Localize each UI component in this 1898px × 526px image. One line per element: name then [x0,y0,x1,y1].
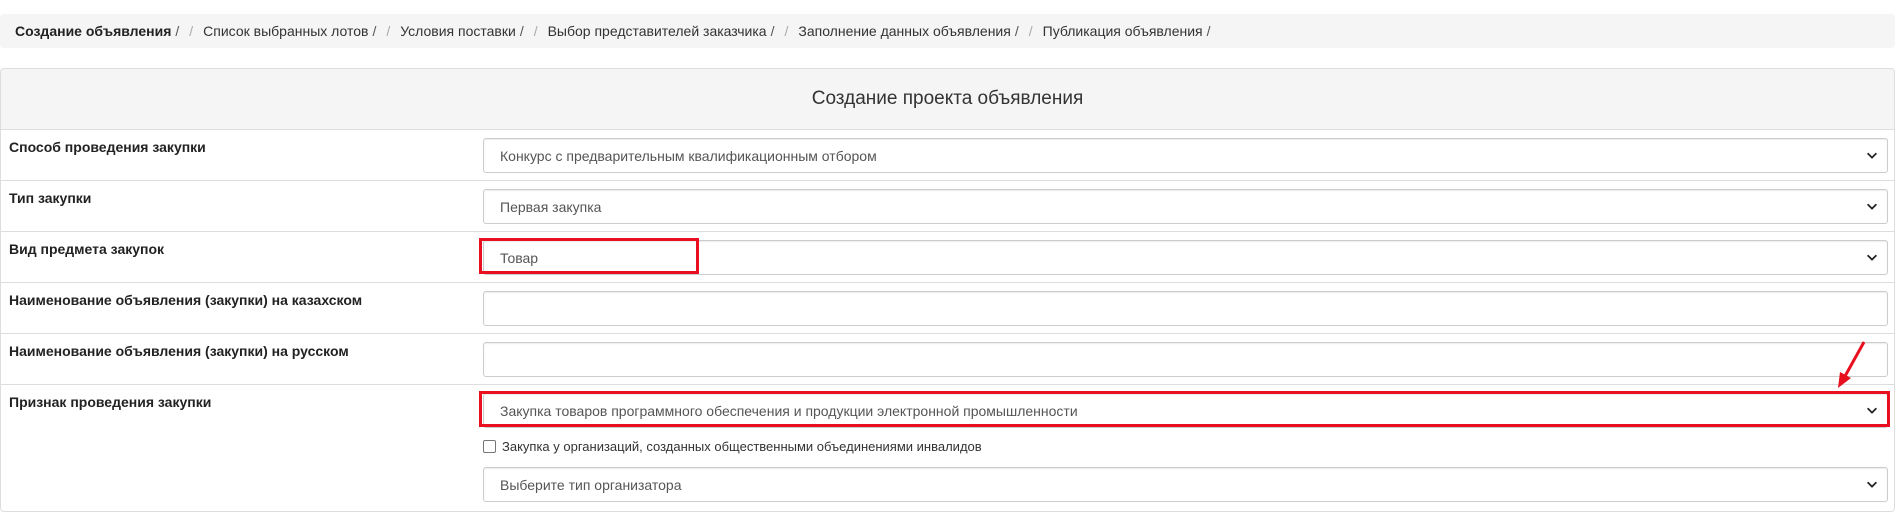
breadcrumb-item-fill-data[interactable]: Заполнение данных объявления [798,23,1010,39]
announcement-form-panel: Создание проекта объявления Способ прове… [0,68,1895,512]
subject-label: Вид предмета закупок [9,241,165,257]
disabled-orgs-checkbox[interactable] [483,440,496,453]
chevron-down-icon [1867,407,1877,414]
organizer-type-select[interactable]: Выберите тип организатора [483,467,1888,502]
panel-title: Создание проекта объявления [1,69,1894,130]
subject-select[interactable]: Товар [483,240,1888,275]
organizer-type-placeholder: Выберите тип организатора [500,477,682,493]
breadcrumb-separator: / [533,23,538,39]
breadcrumb-item-create[interactable]: Создание объявления [15,23,171,39]
disabled-orgs-checkbox-row: Закупка у организаций, созданных обществ… [483,439,982,454]
method-select-value: Конкурс с предварительным квалификационн… [500,148,877,164]
method-label: Способ проведения закупки [9,139,206,155]
form-row-subject: Вид предмета закупок Товар [1,232,1894,283]
breadcrumb-separator: / [770,23,775,39]
sign-label: Признак проведения закупки [9,394,212,410]
form-row-method: Способ проведения закупки Конкурс с пред… [1,130,1894,181]
sign-select[interactable]: Закупка товаров программного обеспечения… [483,393,1888,428]
form-row-name-kz: Наименование объявления (закупки) на каз… [1,283,1894,334]
breadcrumb-separator: / [189,23,194,39]
type-select-value: Первая закупка [500,199,602,215]
breadcrumb-separator: / [175,23,180,39]
breadcrumb-separator: / [1014,23,1019,39]
chevron-down-icon [1867,481,1877,488]
breadcrumb-separator: / [519,23,524,39]
red-arrow-icon [1838,341,1866,388]
type-label: Тип закупки [9,190,92,206]
breadcrumb-separator: / [784,23,789,39]
breadcrumb-item-lots[interactable]: Список выбранных лотов [203,23,368,39]
method-select[interactable]: Конкурс с предварительным квалификационн… [483,138,1888,173]
name-ru-label: Наименование объявления (закупки) на рус… [9,343,349,359]
form-row-sign: Признак проведения закупки Закупка товар… [1,385,1894,511]
chevron-down-icon [1867,203,1877,210]
name-kz-input[interactable] [483,291,1888,326]
name-kz-label: Наименование объявления (закупки) на каз… [9,292,363,308]
breadcrumb: Создание объявления / / Список выбранных … [0,14,1895,48]
breadcrumb-separator: / [1206,23,1211,39]
breadcrumb-separator: / [1028,23,1033,39]
breadcrumb-item-conditions[interactable]: Условия поставки [400,23,516,39]
sign-select-value: Закупка товаров программного обеспечения… [500,403,1078,419]
breadcrumb-separator: / [372,23,377,39]
subject-select-value: Товар [500,250,539,266]
disabled-orgs-checkbox-label[interactable]: Закупка у организаций, созданных обществ… [502,439,982,454]
breadcrumb-item-representatives[interactable]: Выбор представителей заказчика [548,23,767,39]
chevron-down-icon [1867,152,1877,159]
breadcrumb-separator: / [386,23,391,39]
chevron-down-icon [1867,254,1877,261]
breadcrumb-item-publish[interactable]: Публикация объявления [1043,23,1203,39]
name-ru-input[interactable] [483,342,1888,377]
form-row-type: Тип закупки Первая закупка [1,181,1894,232]
form-row-name-ru: Наименование объявления (закупки) на рус… [1,334,1894,385]
type-select[interactable]: Первая закупка [483,189,1888,224]
